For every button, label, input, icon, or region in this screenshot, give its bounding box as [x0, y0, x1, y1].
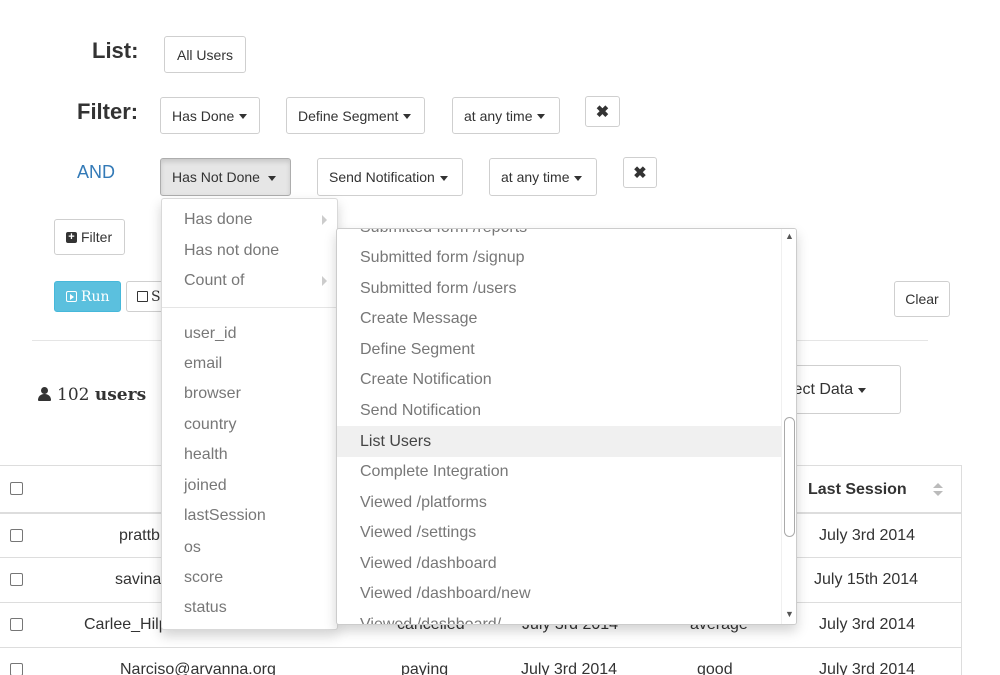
- cell-email: savina: [115, 571, 162, 588]
- event-menu-item[interactable]: Viewed /settings: [337, 517, 781, 548]
- user-icon: [38, 387, 51, 401]
- menu-item-property[interactable]: score: [184, 569, 223, 587]
- chevron-right-icon: [322, 276, 327, 286]
- filter-event-button[interactable]: Define Segment: [286, 97, 425, 134]
- menu-divider: [162, 307, 337, 308]
- filter-condition-button[interactable]: Has Done: [160, 97, 260, 134]
- list-select-button[interactable]: All Users: [164, 36, 246, 73]
- cell-email: prattb: [119, 527, 160, 544]
- menu-item-property[interactable]: country: [184, 416, 236, 434]
- menu-item-property[interactable]: user_id: [184, 325, 236, 343]
- event-menu-item[interactable]: Submitted form /reports: [337, 229, 781, 243]
- user-count: 102 users: [38, 385, 146, 405]
- table-row: Narciso@arvanna.org paying July 3rd 2014…: [0, 647, 962, 675]
- user-count-value: 102: [57, 385, 90, 405]
- event-menu-item[interactable]: Submitted form /signup: [337, 242, 781, 273]
- save-label: S: [151, 288, 161, 305]
- chevron-down-icon: [239, 114, 248, 119]
- filter-time-label: at any time: [464, 107, 533, 124]
- clear-label: Clear: [905, 291, 939, 307]
- and-condition-label: Has Not Done: [172, 169, 260, 185]
- event-menu-item-active[interactable]: List Users: [337, 426, 781, 457]
- scroll-up-icon[interactable]: ▲: [785, 231, 794, 241]
- event-menu-item[interactable]: Define Segment: [337, 334, 781, 365]
- cell-health: good: [697, 661, 733, 675]
- close-icon: ✖: [633, 164, 647, 182]
- cell-email: Carlee_Hilp: [84, 616, 168, 633]
- and-event-label: Send Notification: [329, 169, 435, 185]
- header-last-session[interactable]: Last Session: [808, 481, 907, 499]
- scroll-down-icon[interactable]: ▼: [785, 609, 794, 619]
- chevron-right-icon: [322, 215, 327, 225]
- menu-item-has-done[interactable]: Has done: [184, 211, 253, 229]
- sort-icon[interactable]: [933, 483, 943, 497]
- select-all-checkbox[interactable]: [10, 482, 23, 495]
- event-menu-item[interactable]: Viewed /dashboard/new: [337, 578, 781, 609]
- and-label: AND: [77, 162, 116, 182]
- event-menu-item[interactable]: Viewed /platforms: [337, 487, 781, 518]
- cell-last-session: July 3rd 2014: [819, 527, 916, 544]
- remove-filter-button[interactable]: ✖: [585, 96, 620, 127]
- and-time-label: at any time: [501, 169, 570, 185]
- row-checkbox[interactable]: [10, 618, 23, 631]
- menu-item-property[interactable]: status: [184, 599, 227, 617]
- select-data-label: lect Data: [790, 380, 854, 398]
- event-submenu: Submitted form /reports Submitted form /…: [336, 228, 797, 625]
- event-menu-item[interactable]: Send Notification: [337, 395, 781, 426]
- menu-item-has-not-done[interactable]: Has not done: [184, 242, 279, 260]
- cell-email: Narciso@arvanna.org: [120, 661, 276, 675]
- menu-item-property[interactable]: os: [184, 539, 201, 557]
- menu-item-property[interactable]: joined: [184, 477, 227, 495]
- event-menu-item[interactable]: Create Message: [337, 303, 781, 334]
- user-count-unit: users: [94, 385, 147, 405]
- menu-item-property[interactable]: email: [184, 355, 222, 373]
- chevron-down-icon: [574, 175, 583, 181]
- filter-time-button[interactable]: at any time: [452, 97, 560, 134]
- list-select-label: All Users: [176, 46, 233, 63]
- condition-dropdown-menu: Has done Has not done Count of user_id e…: [161, 198, 338, 630]
- filter-label: Filter:: [77, 99, 139, 124]
- clear-button[interactable]: Clear: [894, 281, 950, 317]
- event-menu-item[interactable]: Complete Integration: [337, 456, 781, 487]
- save-icon: [137, 291, 148, 302]
- play-icon: [66, 291, 77, 302]
- cell-joined: July 3rd 2014: [521, 661, 618, 675]
- event-menu-item[interactable]: Submitted form /users: [337, 273, 781, 304]
- event-menu-item[interactable]: Create Notification: [337, 364, 781, 395]
- and-condition-button[interactable]: Has Not Done: [160, 158, 291, 196]
- chevron-down-icon: [439, 175, 448, 181]
- chevron-down-icon: [537, 114, 546, 119]
- chevron-down-icon: [403, 114, 412, 119]
- filter-event-label: Define Segment: [298, 107, 399, 124]
- filter-condition-label: Has Done: [172, 107, 235, 124]
- chevron-down-icon: [267, 175, 276, 181]
- close-icon: ✖: [595, 103, 610, 121]
- run-label: Run: [81, 288, 110, 305]
- row-checkbox[interactable]: [10, 663, 23, 675]
- add-filter-label: Filter: [81, 229, 113, 245]
- cell-last-session: July 3rd 2014: [819, 616, 916, 633]
- event-menu-item[interactable]: Viewed /dashboard: [337, 548, 781, 579]
- event-menu-item[interactable]: Viewed /dashboard/...: [337, 609, 781, 624]
- menu-item-count-of[interactable]: Count of: [184, 272, 244, 290]
- row-checkbox[interactable]: [10, 529, 23, 542]
- cell-last-session: July 15th 2014: [814, 571, 919, 588]
- event-menu-scrollbar[interactable]: ▲ ▼: [781, 229, 796, 624]
- and-event-button[interactable]: Send Notification: [317, 158, 463, 196]
- plus-square-icon: +: [66, 231, 77, 243]
- menu-item-property[interactable]: health: [184, 446, 228, 464]
- list-label: List:: [92, 38, 139, 63]
- add-filter-button[interactable]: + Filter: [54, 219, 125, 255]
- run-button[interactable]: Run: [54, 281, 121, 312]
- cell-last-session: July 3rd 2014: [819, 661, 916, 675]
- menu-item-property[interactable]: lastSession: [184, 507, 266, 525]
- chevron-down-icon: [858, 388, 867, 393]
- remove-and-button[interactable]: ✖: [623, 157, 657, 188]
- menu-item-property[interactable]: browser: [184, 385, 241, 403]
- and-time-button[interactable]: at any time: [489, 158, 597, 196]
- cell-status: paying: [401, 661, 449, 675]
- row-checkbox[interactable]: [10, 573, 23, 586]
- scrollbar-thumb[interactable]: [784, 417, 795, 537]
